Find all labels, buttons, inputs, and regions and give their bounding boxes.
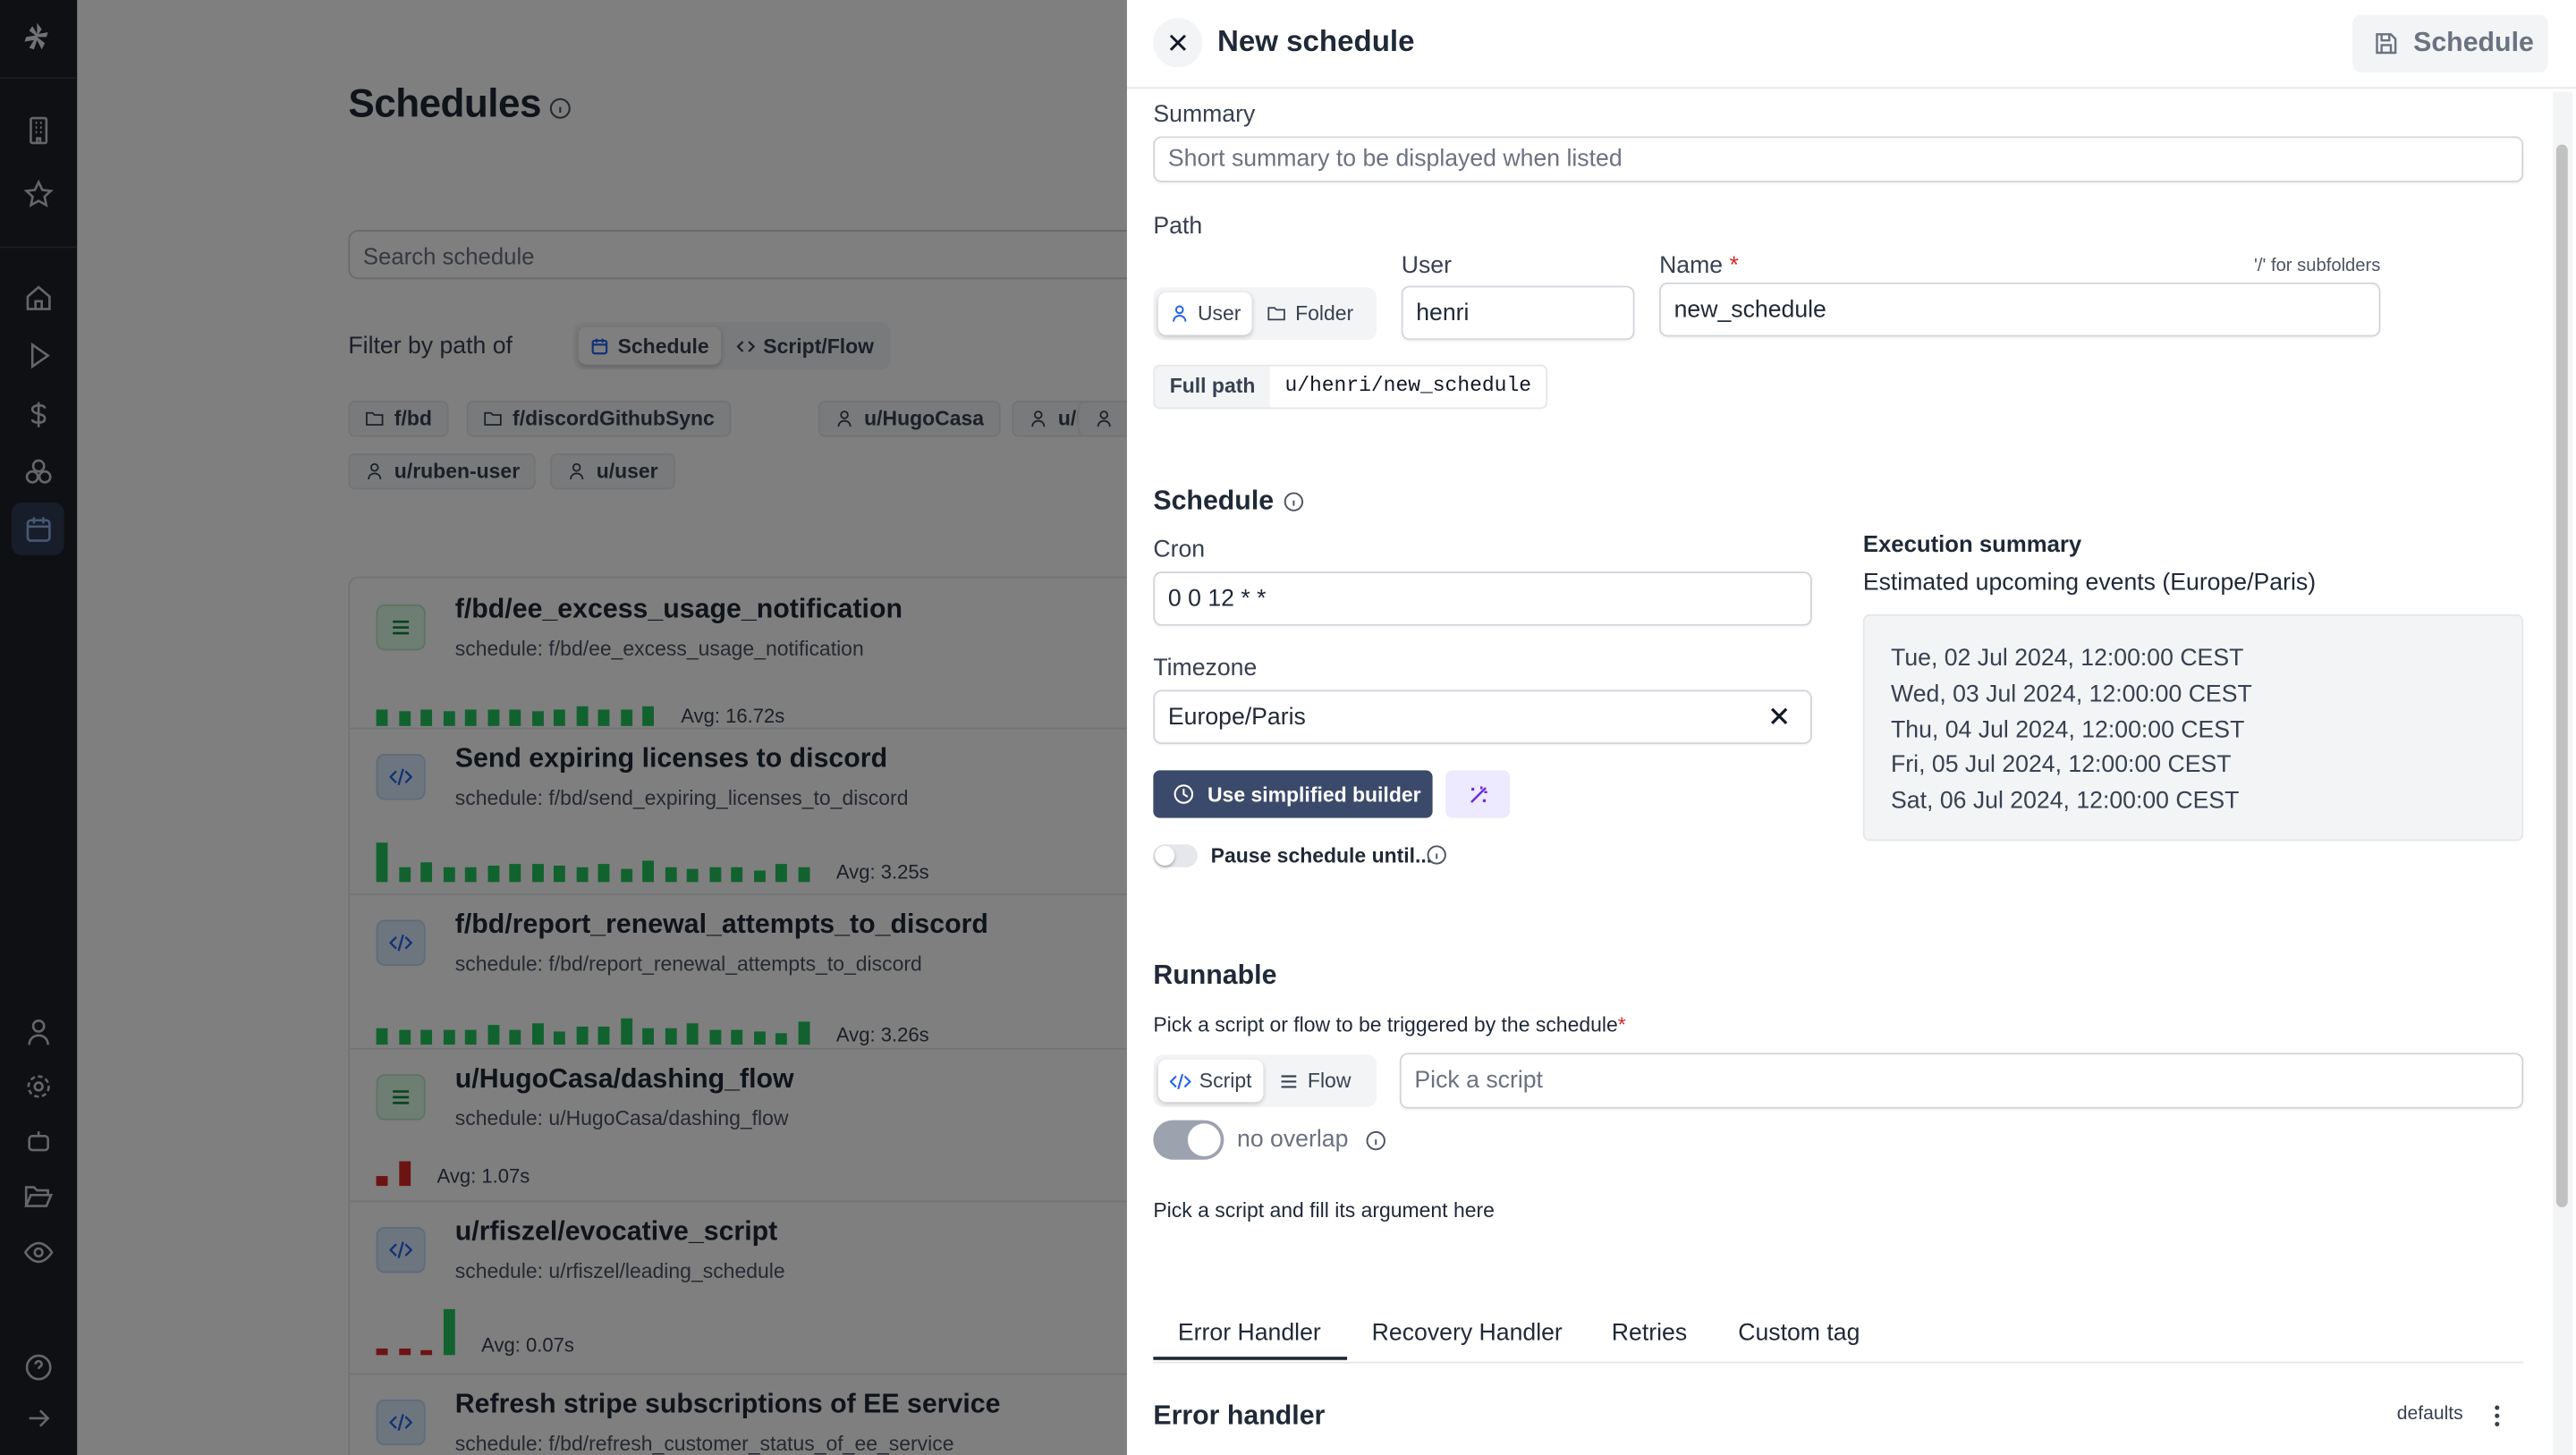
modal-backdrop[interactable] <box>0 0 1127 1455</box>
runnable-kind-toggle: Script Flow <box>1153 1054 1377 1107</box>
execution-summary-subtitle: Estimated upcoming events (Europe/Paris) <box>1862 570 2317 596</box>
no-overlap-toggle[interactable] <box>1153 1120 1224 1160</box>
pause-toggle[interactable] <box>1153 844 1198 867</box>
runnable-heading: Runnable <box>1153 960 1277 991</box>
info-icon[interactable] <box>1365 1130 1386 1152</box>
user-icon <box>1170 304 1190 324</box>
active-tab-indicator <box>1153 1357 1348 1360</box>
close-icon <box>1166 31 1190 55</box>
error-handler-heading: Error handler <box>1153 1400 1326 1431</box>
defaults-button[interactable]: defaults <box>2397 1404 2463 1424</box>
new-schedule-drawer: New schedule Schedule Summary Short summ… <box>1126 0 2576 1455</box>
cron-label: Cron <box>1153 537 1206 563</box>
folder-icon <box>1267 304 1287 324</box>
info-icon[interactable] <box>1426 844 1447 866</box>
drawer-title: New schedule <box>1216 24 1415 58</box>
summary-input[interactable]: Short summary to be displayed when liste… <box>1153 136 2524 182</box>
more-vertical-icon[interactable] <box>2486 1403 2509 1429</box>
runnable-script-option[interactable]: Script <box>1157 1059 1264 1103</box>
schedule-heading: Schedule <box>1153 486 1305 518</box>
full-path: Full path u/henri/new_schedule <box>1153 364 1548 410</box>
scrollbar-thumb[interactable] <box>2555 144 2568 1207</box>
summary-label: Summary <box>1153 101 1256 129</box>
save-schedule-button[interactable]: Schedule <box>2352 14 2548 72</box>
subfolder-hint: '/' for subfolders <box>2254 256 2381 276</box>
no-overlap-label: no overlap <box>1237 1126 1349 1154</box>
header-divider <box>1126 87 2576 89</box>
tab-recovery-handler[interactable]: Recovery Handler <box>1372 1321 1563 1347</box>
script-picker[interactable]: Pick a script <box>1399 1053 2524 1109</box>
scrollbar-track[interactable] <box>2553 91 2573 1455</box>
owner-folder-option[interactable]: Folder <box>1256 292 1365 335</box>
timezone-label: Timezone <box>1153 655 1258 682</box>
owner-kind-toggle: User Folder <box>1153 287 1377 341</box>
close-button[interactable] <box>1153 18 1203 68</box>
args-hint: Pick a script and fill its argument here <box>1153 1198 1495 1222</box>
save-icon <box>2374 31 2399 56</box>
tab-error-handler[interactable]: Error Handler <box>1178 1321 1321 1347</box>
owner-user-option[interactable]: User <box>1157 292 1253 335</box>
full-path-value: u/henri/new_schedule <box>1284 374 1532 398</box>
ai-cron-button[interactable] <box>1445 770 1510 818</box>
execution-summary-title: Execution summary <box>1862 530 2082 557</box>
flow-icon <box>1278 1070 1300 1092</box>
timezone-select[interactable]: Europe/Paris <box>1153 689 1812 745</box>
name-label: Name * <box>1659 252 1739 280</box>
runnable-flow-option[interactable]: Flow <box>1267 1060 1362 1103</box>
upcoming-event: Wed, 03 Jul 2024, 12:00:00 CEST <box>1891 681 2252 708</box>
path-label: Path <box>1153 213 1203 241</box>
magic-wand-icon <box>1466 782 1489 806</box>
upcoming-events: Tue, 02 Jul 2024, 12:00:00 CEST Wed, 03 J… <box>1862 613 2524 842</box>
info-icon[interactable] <box>1284 491 1305 512</box>
use-simplified-builder-button[interactable]: Use simplified builder <box>1153 770 1433 818</box>
required-mark: * <box>1729 252 1739 280</box>
clear-timezone-icon[interactable] <box>1767 705 1791 728</box>
tabs-divider <box>1153 1361 2524 1364</box>
tab-custom-tag[interactable]: Custom tag <box>1738 1321 1860 1347</box>
code-icon <box>1169 1070 1191 1092</box>
name-input[interactable]: new_schedule <box>1659 282 2381 337</box>
tab-retries[interactable]: Retries <box>1612 1321 1687 1347</box>
upcoming-event: Tue, 02 Jul 2024, 12:00:00 CEST <box>1891 645 2244 673</box>
cron-input[interactable]: 0 0 12 * * <box>1153 571 1812 626</box>
runnable-description: Pick a script or flow to be triggered by… <box>1153 1013 1626 1036</box>
upcoming-event: Sat, 06 Jul 2024, 12:00:00 CEST <box>1891 788 2240 816</box>
upcoming-event: Fri, 05 Jul 2024, 12:00:00 CEST <box>1891 752 2232 780</box>
clock-icon <box>1173 783 1194 805</box>
upcoming-event: Thu, 04 Jul 2024, 12:00:00 CEST <box>1891 716 2245 744</box>
user-input[interactable]: henri <box>1401 285 1635 341</box>
pause-label: Pause schedule until... <box>1210 844 1433 867</box>
user-label: User <box>1401 252 1452 280</box>
